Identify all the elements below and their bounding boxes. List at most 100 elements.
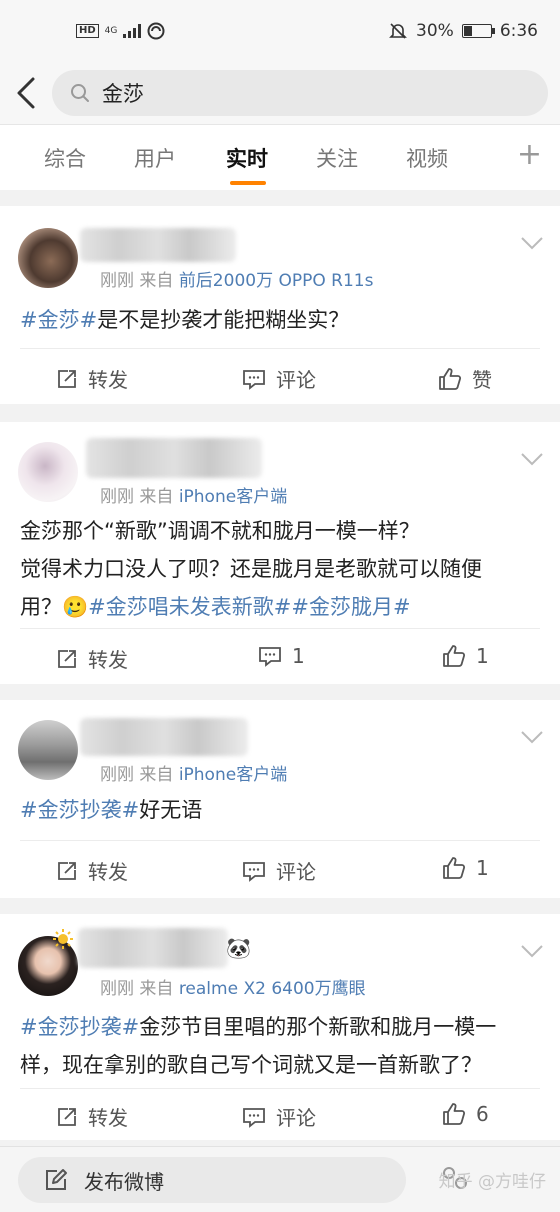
network-type: 4G xyxy=(104,25,118,36)
chevron-down-icon[interactable] xyxy=(520,944,544,958)
battery-percent: 30% xyxy=(416,21,454,41)
post-text: 金莎那个“新歌”调调不就和胧月一模一样？ 觉得术力口没人了呗？还是胧月是老歌就可… xyxy=(20,512,540,626)
add-tab-button[interactable]: + xyxy=(517,137,542,172)
post-source[interactable]: realme X2 6400万鹰眼 xyxy=(179,979,366,999)
chevron-down-icon[interactable] xyxy=(520,236,544,250)
repost-label: 转发 xyxy=(88,368,128,392)
like-button[interactable]: 1 xyxy=(442,644,489,668)
topic-link[interactable]: #金莎# xyxy=(20,308,97,332)
blurred-username[interactable] xyxy=(80,718,248,756)
from-label: 来自 xyxy=(139,271,174,291)
chevron-down-icon[interactable] xyxy=(520,730,544,744)
post-meta: 刚刚 来自 iPhone客户端 xyxy=(100,482,287,507)
comment-button[interactable]: 1 xyxy=(258,644,305,668)
chevron-left-icon xyxy=(17,77,35,109)
mute-bell-icon xyxy=(389,23,407,39)
sun-badge-icon xyxy=(53,929,73,949)
tab-following[interactable]: 关注 xyxy=(316,143,358,173)
search-icon xyxy=(71,84,89,102)
post-text: #金莎#是不是抄袭才能把糊坐实？ xyxy=(20,301,540,339)
post-line: 用？🥲#金莎唱未发表新歌##金莎胧月# xyxy=(20,588,540,626)
comment-button[interactable]: 评论 xyxy=(242,1102,316,1131)
avatar[interactable] xyxy=(18,442,78,502)
repost-button[interactable]: 转发 xyxy=(56,364,128,393)
post-line: #金莎抄袭#金莎节目里唱的那个新歌和胧月一模一 xyxy=(20,1008,540,1046)
signal-icon xyxy=(123,24,142,38)
status-left: HD 4G xyxy=(76,22,165,40)
post-meta: 刚刚 来自 iPhone客户端 xyxy=(100,760,287,785)
repost-icon xyxy=(58,861,76,880)
comment-label: 评论 xyxy=(276,368,316,392)
compose-bar: 发布微博 知乎 @方哇仔 xyxy=(0,1146,560,1212)
like-count: 1 xyxy=(476,644,489,668)
comment-button[interactable]: 评论 xyxy=(242,856,316,885)
post-body: 是不是抄袭才能把糊坐实？ xyxy=(97,308,350,332)
repost-button[interactable]: 转发 xyxy=(56,1102,128,1131)
post-card-4: 🐼 刚刚 来自 realme X2 6400万鹰眼 #金莎抄袭#金莎节目里唱的那… xyxy=(0,914,560,1140)
post-meta: 刚刚 来自 前后2000万 OPPO R11s xyxy=(100,266,373,291)
thumbs-up-icon xyxy=(443,645,466,667)
post-source[interactable]: iPhone客户端 xyxy=(179,487,287,507)
topic-link[interactable]: #金莎抄袭# xyxy=(20,1015,139,1039)
repost-button[interactable]: 转发 xyxy=(56,856,128,885)
blurred-username[interactable] xyxy=(80,228,236,262)
like-button[interactable]: 赞 xyxy=(438,364,492,393)
like-button[interactable]: 6 xyxy=(442,1102,489,1126)
comment-count: 1 xyxy=(292,644,305,668)
post-line: 样，现在拿别的歌自己写个词就又是一首新歌了？ xyxy=(20,1053,482,1077)
compose-button[interactable]: 发布微博 xyxy=(18,1157,406,1203)
post-line: 觉得术力口没人了呗？还是胧月是老歌就可以随便 xyxy=(20,557,482,581)
topic-link[interactable]: #金莎抄袭# xyxy=(20,798,139,822)
like-button[interactable]: 1 xyxy=(442,856,489,880)
post-line: 金莎那个“新歌”调调不就和胧月一模一样？ xyxy=(20,519,420,543)
post-source[interactable]: 前后2000万 OPPO R11s xyxy=(179,271,374,291)
thumbs-up-icon xyxy=(443,857,466,879)
divider xyxy=(20,628,540,629)
post-text: #金莎抄袭#好无语 xyxy=(20,791,540,829)
tab-comprehensive[interactable]: 综合 xyxy=(44,143,86,173)
like-label: 赞 xyxy=(472,368,492,392)
battery-level xyxy=(463,26,473,36)
tab-users[interactable]: 用户 xyxy=(134,143,176,173)
repost-icon xyxy=(58,1107,76,1126)
search-query: 金莎 xyxy=(102,82,144,106)
post-body: 用？ xyxy=(20,595,62,619)
post-time: 刚刚 xyxy=(100,979,134,999)
avatar[interactable] xyxy=(18,720,78,780)
tab-video[interactable]: 视频 xyxy=(406,143,448,173)
from-label: 来自 xyxy=(139,979,174,999)
comment-label: 评论 xyxy=(276,860,316,884)
name-emoji: 🐼 xyxy=(226,936,251,960)
search-input[interactable]: 金莎 xyxy=(52,70,548,116)
repost-label: 转发 xyxy=(88,1106,128,1130)
repost-button[interactable]: 转发 xyxy=(56,644,128,673)
comment-button[interactable]: 评论 xyxy=(242,364,316,393)
like-count: 1 xyxy=(476,856,489,880)
back-button[interactable] xyxy=(0,62,52,124)
post-source[interactable]: iPhone客户端 xyxy=(179,765,287,785)
thumbs-up-icon xyxy=(443,1103,466,1125)
like-count: 6 xyxy=(476,1102,489,1126)
comment-icon xyxy=(243,1107,265,1128)
blurred-username[interactable] xyxy=(86,438,262,478)
clock: 6:36 xyxy=(499,21,538,41)
post-card-1: 刚刚 来自 前后2000万 OPPO R11s #金莎#是不是抄袭才能把糊坐实？… xyxy=(0,206,560,404)
compose-label: 发布微博 xyxy=(84,1169,164,1194)
watermark: 知乎 @方哇仔 xyxy=(438,1172,546,1192)
blurred-username[interactable] xyxy=(78,928,228,968)
topic-link[interactable]: #金莎唱未发表新歌##金莎胧月# xyxy=(88,595,410,619)
sync-icon xyxy=(147,22,165,40)
comment-icon xyxy=(243,861,265,882)
tab-realtime[interactable]: 实时 xyxy=(226,143,268,173)
active-tab-indicator xyxy=(230,181,266,185)
chevron-down-icon[interactable] xyxy=(520,452,544,466)
avatar[interactable] xyxy=(18,228,78,288)
thumbs-up-icon xyxy=(439,367,462,390)
edit-icon xyxy=(46,1169,67,1190)
emoji: 🥲 xyxy=(62,595,89,619)
post-time: 刚刚 xyxy=(100,271,134,291)
post-meta: 刚刚 来自 realme X2 6400万鹰眼 xyxy=(100,974,366,999)
divider xyxy=(20,840,540,841)
post-time: 刚刚 xyxy=(100,765,134,785)
post-body: 金莎节目里唱的那个新歌和胧月一模一 xyxy=(139,1015,497,1039)
